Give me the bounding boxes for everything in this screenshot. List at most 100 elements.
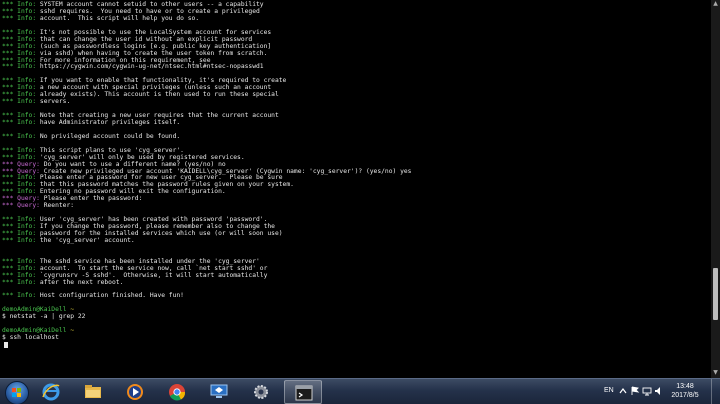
info-prefix: *** Info: (2, 91, 37, 99)
flag-icon[interactable] (630, 386, 640, 396)
taskbar-button-ie[interactable] (32, 380, 70, 404)
info-prefix: *** Info: (2, 77, 37, 85)
info-prefix: *** Info: (2, 223, 37, 230)
scrollbar-thumb[interactable] (713, 268, 718, 320)
line-text: after the next reboot. (36, 278, 124, 286)
info-prefix: *** Info: (2, 28, 37, 36)
query-prefix: *** Query: (2, 195, 40, 203)
info-prefix: *** Info: (2, 118, 37, 126)
line-text: Reenter: (39, 202, 75, 210)
clock-date: 2017/8/5 (671, 392, 699, 399)
line-text: the 'cyg_server' account. (36, 236, 135, 244)
taskbar-button-remote-desktop[interactable] (200, 380, 238, 404)
info-prefix: *** Info: (2, 216, 37, 224)
info-prefix: *** Info: (2, 271, 37, 279)
line-text: This script plans to use 'cyg_server'. (36, 146, 184, 154)
terminal-scrollbar[interactable]: ▲ ▼ (711, 0, 720, 378)
line-text: Host configuration finished. Have fun! (36, 292, 184, 300)
info-prefix: *** Info: (2, 63, 37, 71)
query-prefix: *** Query: (2, 160, 40, 168)
terminal-line: *** Info: No privileged account could be… (2, 133, 711, 141)
taskbar-button-settings-gear[interactable] (242, 380, 280, 404)
cygwin-terminal-window[interactable]: *** Info: SYSTEM account cannot setuid t… (0, 0, 711, 378)
line-text: Please enter a password for new user cyg… (36, 174, 283, 182)
info-prefix: *** Info: (2, 42, 37, 50)
prompt-user-host: demoAdmin@KaiDell (2, 306, 67, 314)
query-prefix: *** Query: (2, 167, 40, 175)
clock-time: 13:48 (676, 383, 694, 390)
line-text: Entering no password will exit the confi… (36, 188, 226, 196)
info-prefix: *** Info: (2, 1, 37, 8)
line-text: password for the installed services whic… (36, 229, 283, 237)
windows-taskbar: EN 13:48 2017/8/5 (0, 378, 720, 404)
line-text: SYSTEM account cannot setuid to other us… (36, 1, 264, 8)
info-prefix: *** Info: (2, 56, 37, 64)
terminal-line: *** Info: have Administrator privileges … (2, 118, 711, 127)
line-text: User 'cyg_server' has been created with … (36, 216, 268, 224)
info-prefix: *** Info: (2, 229, 37, 237)
info-prefix: *** Info: (2, 174, 37, 182)
taskbar-button-file-explorer[interactable] (74, 380, 112, 404)
terminal-line: *** Info: https://cygwin.com/cygwin-ug-n… (2, 63, 711, 71)
info-prefix: *** Info: (2, 146, 37, 154)
cygwin-terminal-icon (294, 383, 314, 403)
info-prefix: *** Info: (2, 7, 37, 15)
chrome-icon (167, 382, 187, 402)
prompt-cwd: ~ (66, 327, 75, 335)
taskbar-button-cygwin-terminal[interactable] (284, 380, 322, 404)
terminal-line: *** Info: servers. (2, 98, 711, 106)
scroll-down-arrow-icon[interactable]: ▼ (712, 370, 719, 376)
line-text: account. This script will help you do so… (36, 14, 200, 22)
system-tray: EN 13:48 2017/8/5 (600, 379, 720, 404)
taskbar-button-chrome[interactable] (158, 380, 196, 404)
terminal-line: *** Query: Reenter: (2, 202, 711, 210)
query-prefix: *** Query: (2, 202, 40, 210)
line-text: If you change the password, please remem… (36, 223, 275, 230)
info-prefix: *** Info: (2, 292, 37, 300)
line-text: `cygrunsrv -S sshd'. Otherwise, it will … (36, 271, 268, 279)
language-indicator[interactable]: EN (604, 387, 614, 394)
info-prefix: *** Info: (2, 278, 37, 286)
line-text: 'cyg_server' will only be used by regist… (36, 153, 245, 161)
info-prefix: *** Info: (2, 264, 37, 272)
taskbar-button-media-player[interactable] (116, 380, 154, 404)
info-prefix: *** Info: (2, 181, 37, 189)
line-text: For more information on this requirement… (36, 56, 211, 64)
scroll-up-arrow-icon[interactable]: ▲ (712, 1, 719, 7)
terminal-line: demoAdmin@KaiDell ~ (2, 306, 711, 314)
line-text: Please enter the password: (39, 195, 143, 203)
ie-icon (41, 382, 61, 402)
terminal-line: $ ssh localhost (2, 334, 711, 342)
line-text: (such as passwordless logins [e.g. publi… (36, 42, 272, 50)
prompt-user-host: demoAdmin@KaiDell (2, 327, 67, 335)
terminal-output: *** Info: SYSTEM account cannot setuid t… (2, 1, 711, 349)
terminal-line: *** Info: already exists). This account … (2, 91, 711, 99)
line-text: servers. (36, 98, 71, 106)
desktop-screen: *** Info: SYSTEM account cannot setuid t… (0, 0, 720, 404)
show-desktop-button[interactable] (711, 379, 720, 404)
file-explorer-icon (83, 382, 103, 402)
clock[interactable]: 13:48 2017/8/5 (660, 382, 710, 400)
network-icon[interactable] (642, 386, 652, 396)
up-arrow-icon[interactable] (618, 386, 628, 396)
command-line: $ netstat -a | grep 22 (2, 313, 86, 321)
remote-desktop-icon (209, 382, 229, 402)
line-text: that can change the user id without an e… (36, 35, 253, 43)
line-text: Note that creating a new user requires t… (36, 112, 279, 119)
terminal-line: *** Query: Please enter the password: (2, 195, 711, 203)
line-text: The sshd service has been installed unde… (36, 257, 260, 265)
info-prefix: *** Info: (2, 153, 37, 161)
line-text: Do you want to use a different name? (ye… (39, 160, 226, 168)
line-text: that this password matches the password … (36, 181, 294, 189)
terminal-line: *** Info: Host configuration finished. H… (2, 292, 711, 300)
line-text: via sshd) when having to create the user… (36, 49, 268, 57)
start-button[interactable] (2, 380, 30, 404)
prompt-cwd: ~ (66, 306, 75, 314)
media-player-icon (125, 382, 145, 402)
info-prefix: *** Info: (2, 84, 37, 92)
line-text: have Administrator privileges itself. (36, 118, 181, 126)
info-prefix: *** Info: (2, 35, 37, 43)
terminal-line: demoAdmin@KaiDell ~ (2, 327, 711, 335)
